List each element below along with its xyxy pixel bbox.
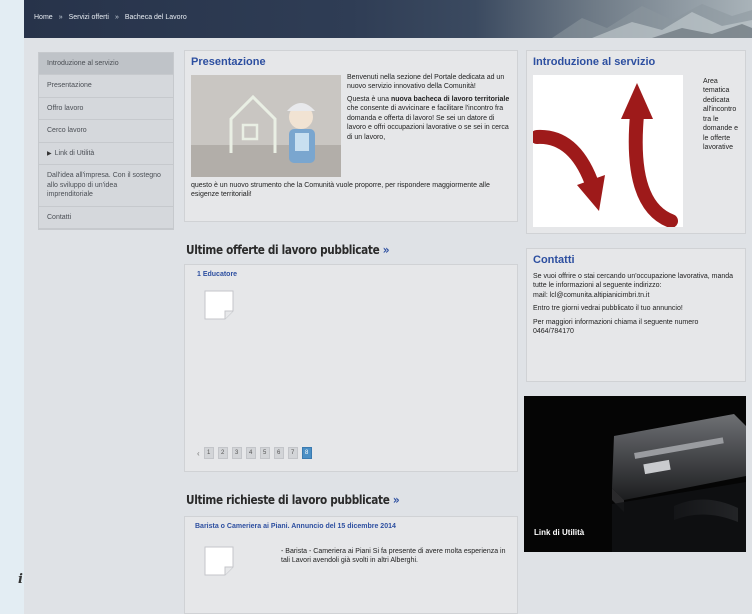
arrows-image [530, 75, 683, 228]
contatti-title: Contatti [533, 254, 575, 266]
sidebar-item-idea-impresa[interactable]: Dall'idea all'impresa. Con il sostegno a… [39, 165, 173, 207]
page-3[interactable]: 3 [231, 447, 242, 459]
pagination-prev-icon[interactable]: ‹ [197, 449, 200, 458]
richieste-more-link[interactable]: » [393, 492, 400, 507]
arrow-up-icon [621, 83, 678, 228]
sidebar-item-presentazione[interactable]: Presentazione [39, 75, 173, 98]
pagination: ‹ 1 2 3 4 5 6 7 8 [197, 447, 312, 459]
sidebar-item-offro-lavoro[interactable]: Offro lavoro [39, 98, 173, 121]
breadcrumb: Home » Servizi offerti » Bacheca del Lav… [34, 14, 187, 21]
contatti-para3: Per maggiori informazioni chiama il segu… [533, 318, 699, 336]
introduzione-side-text: Area tematica dedicata all'incontro tra … [703, 78, 739, 152]
mountain-banner-image [552, 4, 752, 38]
sidebar-item-introduzione[interactable]: Introduzione al servizio [39, 53, 173, 76]
job-request-link[interactable]: Barista o Cameriera ai Piani. Annuncio d… [195, 523, 507, 530]
page-6[interactable]: 6 [273, 447, 284, 459]
left-page-margin: i [0, 0, 24, 614]
page-7[interactable]: 7 [287, 447, 298, 459]
presentazione-para2-lead: Questa è una [347, 95, 391, 103]
header-banner: Home » Servizi offerti » Bacheca del Lav… [24, 0, 752, 38]
presentazione-title: Presentazione [191, 56, 266, 68]
breadcrumb-home[interactable]: Home [34, 14, 53, 21]
child-house-photo [191, 75, 341, 177]
document-icon [204, 546, 234, 576]
sidebar-item-contatti[interactable]: Contatti [39, 207, 173, 229]
breadcrumb-separator: » [58, 14, 63, 21]
link-utilita-label[interactable]: Link di Utilità [534, 528, 584, 537]
page-2[interactable]: 2 [217, 447, 228, 459]
presentazione-para2: Questa è una nuova bacheca di lavoro ter… [347, 95, 515, 142]
breadcrumb-separator: » [114, 14, 119, 21]
presentazione-text: Benvenuti nella sezione del Portale dedi… [347, 73, 515, 145]
arrow-down-right-icon [530, 129, 605, 211]
contatti-box: Contatti Se vuoi offrire o stai cercando… [526, 248, 746, 382]
cut-off-text: i [18, 572, 23, 587]
contatti-body: Se vuoi offrire o stai cercando un'occup… [533, 272, 739, 337]
document-icon [204, 290, 234, 320]
presentazione-para2-rest: che consente di avvicinare e facilitare … [347, 105, 509, 141]
page-1[interactable]: 1 [203, 447, 214, 459]
contatti-para2: Entro tre giorni vedrai pubblicato il tu… [533, 305, 683, 313]
contatti-mail[interactable]: mail: lcl@comunita.altipianicimbri.tn.it [533, 292, 649, 299]
presentazione-para3: questo è un nuovo strumento che la Comun… [191, 182, 490, 199]
breadcrumb-servizi[interactable]: Servizi offerti [69, 14, 109, 21]
sidebar-item-link-utilita[interactable]: Link di Utilità [39, 143, 173, 166]
contatti-para1: Se vuoi offrire o stai cercando un'occup… [533, 272, 739, 300]
page-8-current[interactable]: 8 [301, 447, 312, 459]
breadcrumb-bacheca[interactable]: Bacheca del Lavoro [125, 14, 187, 21]
richieste-title-text: Ultime richieste di lavoro pubblicate [186, 492, 390, 507]
presentazione-para2-bold: nuova bacheca di lavoro territoriale [390, 95, 510, 103]
offerte-box: 1 Educatore ‹ 1 2 3 4 5 6 7 8 [184, 264, 518, 472]
offerte-title-text: Ultime offerte di lavoro pubblicate [186, 242, 380, 257]
page-4[interactable]: 4 [245, 447, 256, 459]
offerte-more-link[interactable]: » [383, 242, 390, 257]
house-drawing-icon [191, 75, 341, 177]
job-offer-link[interactable]: 1 Educatore [197, 271, 505, 278]
job-request-description: - Barista - Cameriera ai Piani Si fa pre… [281, 548, 506, 565]
page-5[interactable]: 5 [259, 447, 270, 459]
sidebar-nav: Introduzione al servizio Presentazione O… [38, 52, 174, 230]
presentazione-para1: Benvenuti nella sezione del Portale dedi… [347, 74, 505, 91]
introduzione-title[interactable]: Introduzione al servizio [533, 56, 739, 68]
web-page: Home » Servizi offerti » Bacheca del Lav… [24, 0, 752, 614]
contatti-para1-text: Se vuoi offrire o stai cercando un'occup… [533, 273, 734, 290]
link-utilita-banner[interactable]: Link di Utilità [524, 396, 746, 552]
richieste-box: Barista o Cameriera ai Piani. Annuncio d… [184, 516, 518, 614]
introduzione-box: Introduzione al servizio Area tematica d… [526, 50, 746, 234]
offerte-section-title: Ultime offerte di lavoro pubblicate » [186, 242, 389, 257]
sidebar-item-cerco-lavoro[interactable]: Cerco lavoro [39, 120, 173, 143]
presentazione-box: Presentazione Benvenuti nella sezione de… [184, 50, 518, 222]
richieste-section-title: Ultime richieste di lavoro pubblicate » [186, 492, 400, 507]
